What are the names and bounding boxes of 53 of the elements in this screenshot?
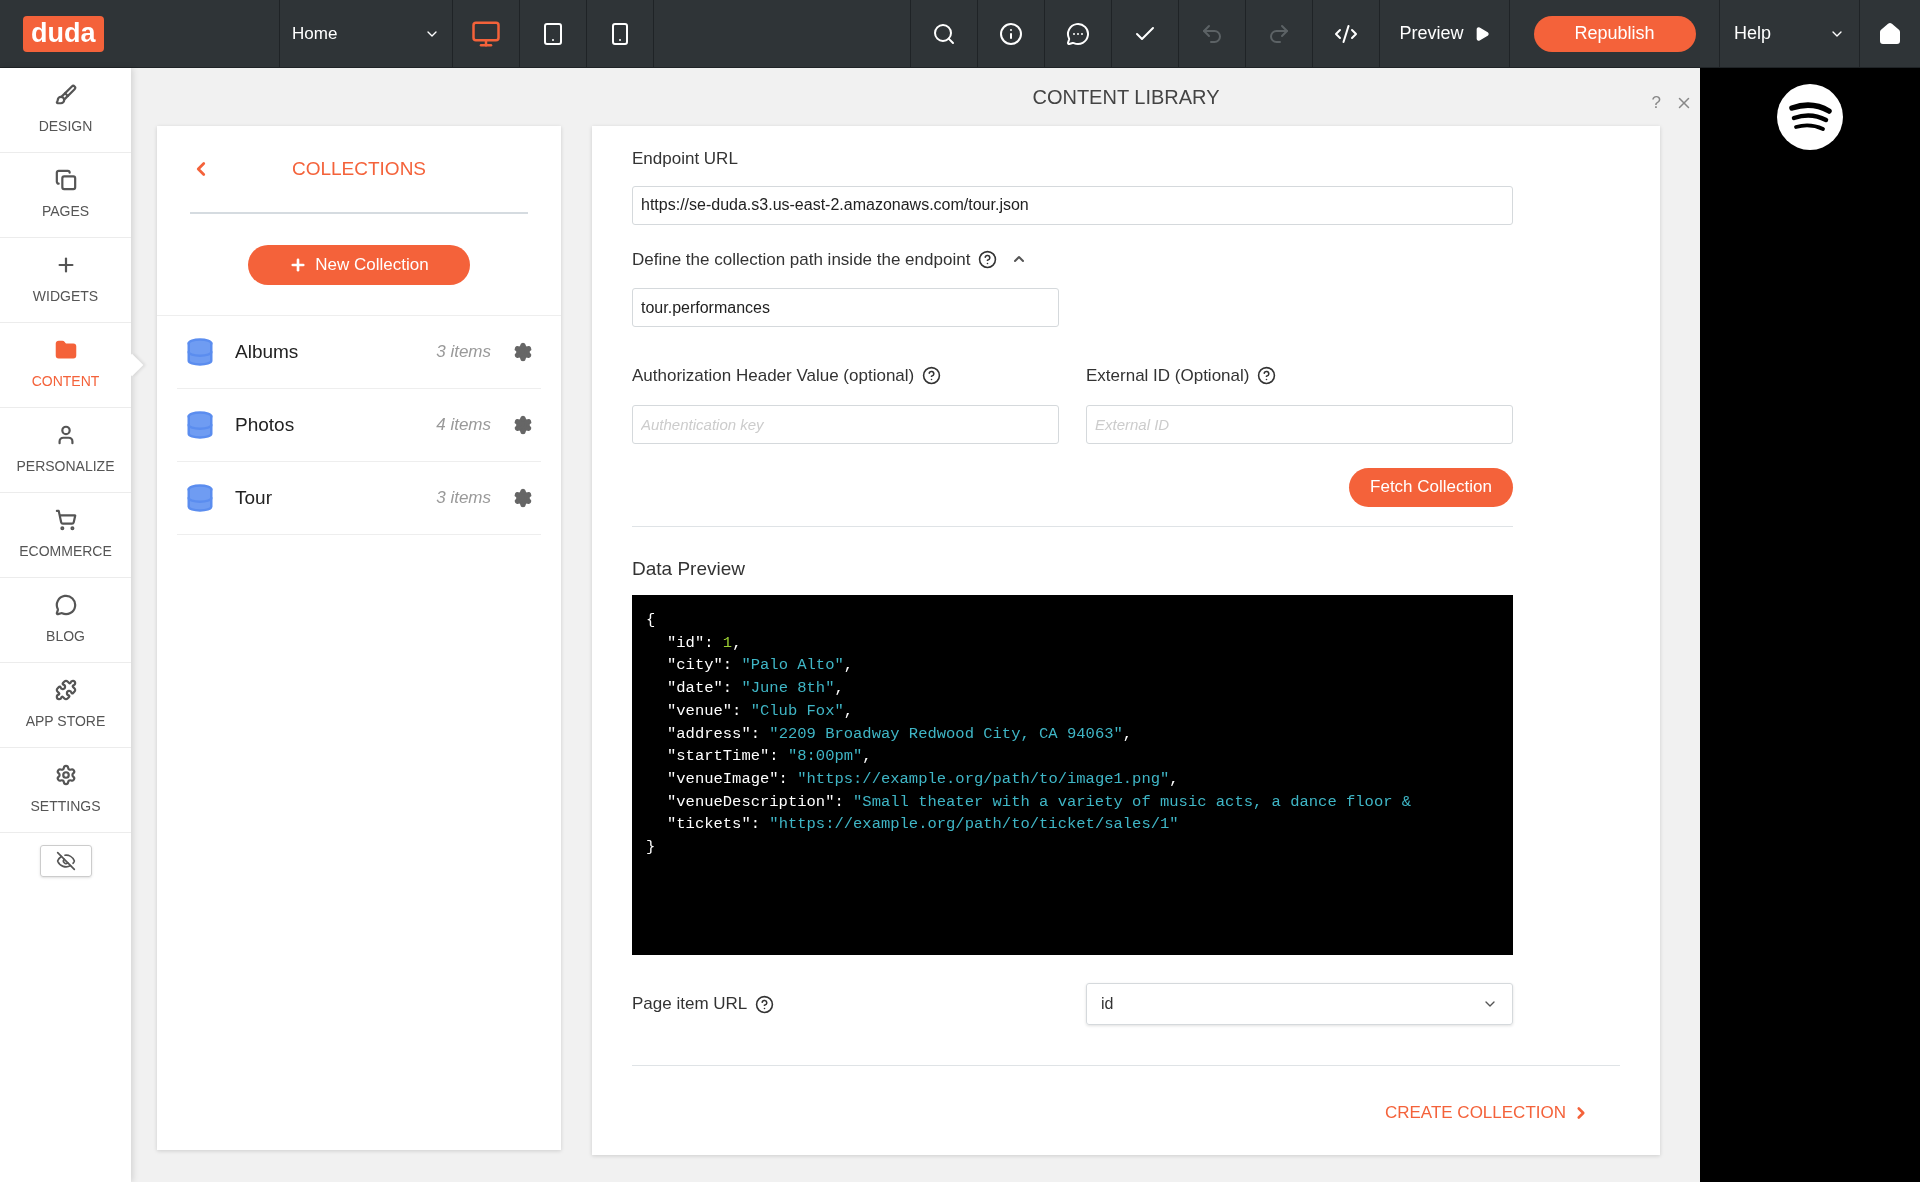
preview-button[interactable]: Preview: [1380, 0, 1510, 67]
settings-icon[interactable]: [513, 488, 533, 508]
item-count: 3 items: [436, 487, 491, 510]
page-url-select[interactable]: id: [1086, 983, 1513, 1025]
field-label: Page item URL: [632, 993, 748, 1016]
eye-off-icon: [55, 851, 76, 871]
sidebar-item[interactable]: PAGES: [0, 153, 131, 238]
sidebar-item[interactable]: APP STORE: [0, 663, 131, 748]
section-title: Data Preview: [632, 556, 746, 581]
settings-icon: [54, 763, 77, 786]
field-label: Define the collection path inside the endpoint: [632, 248, 971, 271]
library-title: CONTENT LIBRARY: [1032, 85, 1220, 110]
brush-icon: [54, 83, 77, 106]
settings-icon[interactable]: [513, 415, 533, 435]
database-icon: [185, 336, 215, 368]
sidebar-item[interactable]: ECOMMERCE: [0, 493, 131, 578]
collection-name: Tour: [235, 485, 273, 510]
database-icon: [185, 409, 215, 441]
hide-preview-button[interactable]: [39, 845, 92, 877]
help-icon[interactable]: [978, 249, 998, 269]
collection-path-field[interactable]: tour.performances: [632, 288, 1059, 327]
field-label: External ID (Optional): [1086, 365, 1250, 387]
field-label: Endpoint URL: [632, 148, 739, 170]
settings-icon[interactable]: [513, 342, 533, 362]
page-select[interactable]: Home: [280, 0, 453, 67]
help-icon[interactable]: [755, 994, 775, 1014]
panel-title: COLLECTIONS: [290, 156, 428, 181]
speech-bubble-icon: [54, 593, 77, 616]
help-menu[interactable]: Help: [1720, 0, 1860, 67]
sidebar-item[interactable]: SETTINGS: [0, 748, 131, 833]
home-icon[interactable]: [1878, 21, 1902, 46]
folder-icon: [54, 338, 77, 361]
cart-icon: [54, 508, 77, 531]
puzzle-icon: [54, 678, 77, 701]
sidebar-item[interactable]: DESIGN: [0, 68, 131, 153]
collection-row[interactable]: Photos 4 items: [177, 389, 541, 462]
collection-row[interactable]: Albums 3 items: [177, 316, 541, 389]
sidebar-item[interactable]: WIDGETS: [0, 238, 131, 323]
item-count: 4 items: [436, 414, 491, 437]
pages-icon: [54, 168, 77, 191]
field-label: Authorization Header Value (optional): [632, 365, 915, 387]
item-count: 3 items: [436, 341, 491, 364]
collection-name: Albums: [235, 339, 300, 364]
help-icon[interactable]: [1257, 366, 1277, 386]
data-preview-code: { "id": 1, "city": "Palo Alto", "date": "June 8th", "venue": "Club Fox", "address": "2209 Broadway Redwood City, CA 94063", "startTime": "8:00pm", "venueImage": "https://example.org/path/to/image1.png", "venueDescription": "Small theater with a variety of music acts, a dance floor & "tickets": "https://example.org/path/to/ticket/sales/1" }: [632, 595, 1513, 955]
endpoint-url-field[interactable]: https://se-duda.s3.us-east-2.amazonaws.com/tour.json: [632, 185, 1513, 225]
help-icon[interactable]: [922, 366, 942, 386]
collection-row[interactable]: Tour 3 items: [177, 462, 541, 535]
database-icon: [185, 482, 215, 514]
music-logo-icon: [1777, 84, 1843, 150]
sidebar-item[interactable]: PERSONALIZE: [0, 408, 131, 493]
sidebar-item[interactable]: BLOG: [0, 578, 131, 663]
collection-name: Photos: [235, 412, 296, 437]
